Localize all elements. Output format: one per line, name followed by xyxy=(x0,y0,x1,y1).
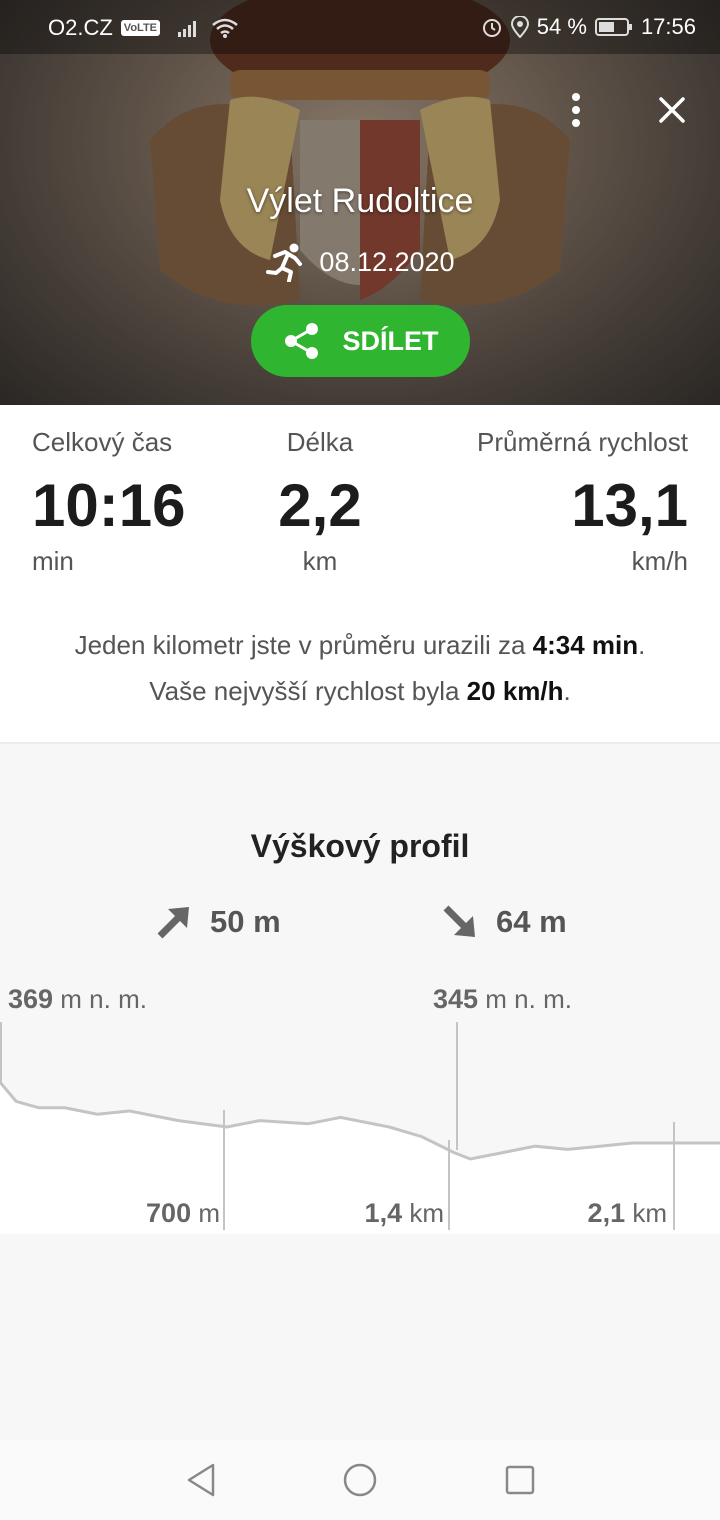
close-icon xyxy=(659,97,685,123)
alarm-icon xyxy=(482,19,501,37)
share-icon xyxy=(285,323,319,359)
wifi-icon xyxy=(212,18,238,38)
min-altitude-label: 345 m n. m. xyxy=(433,984,572,1015)
battery-percent: 54 % xyxy=(536,14,587,39)
avg-speed-value: 13,1 xyxy=(571,472,688,539)
distance-marker-label: 1,4 km xyxy=(365,1198,444,1229)
distance-marker-unit: m xyxy=(198,1198,220,1228)
system-navigation-bar xyxy=(0,1440,720,1520)
distance-marker-value: 700 xyxy=(146,1198,192,1228)
location-icon xyxy=(510,16,529,38)
carrier-name: O2.CZ xyxy=(48,15,113,40)
home-icon[interactable] xyxy=(342,1462,378,1498)
distance-marker-label: 2,1 km xyxy=(588,1198,667,1229)
max-altitude-label: 369 m n. m. xyxy=(8,984,147,1015)
status-bar: O2.CZ VoLTE 54 % 17:56 xyxy=(0,0,720,54)
pace-summary: Jeden kilometr jste v průměru urazili za… xyxy=(0,630,720,661)
back-icon[interactable] xyxy=(184,1462,218,1498)
clock: 17:56 xyxy=(640,14,696,39)
min-altitude-value: 345 xyxy=(433,984,479,1014)
running-icon xyxy=(266,243,303,282)
stats-panel: Celkový čas 10:16 min Délka 2,2 km Průmě… xyxy=(0,405,720,743)
distance-marker-unit: km xyxy=(632,1198,667,1228)
max-altitude-value: 369 xyxy=(8,984,54,1014)
min-altitude-unit: m n. m. xyxy=(485,984,572,1014)
close-button[interactable] xyxy=(650,88,694,132)
max-speed-summary-text: Vaše nejvyšší rychlost byla xyxy=(149,676,467,706)
activity-date-row: 08.12.2020 xyxy=(0,242,720,282)
max-speed-value: 20 km/h xyxy=(466,676,564,706)
activity-title: Výlet Rudoltice xyxy=(246,182,474,220)
max-altitude-unit: m n. m. xyxy=(60,984,147,1014)
more-vert-icon xyxy=(572,93,580,127)
distance-marker-label: 700 m xyxy=(146,1198,220,1229)
ascent-stat: 50 m xyxy=(156,904,281,940)
pace-summary-text: Jeden kilometr jste v průměru urazili za xyxy=(74,630,533,660)
volte-badge: VoLTE xyxy=(120,20,160,36)
total-time-label: Celkový čas xyxy=(32,427,173,457)
recents-icon[interactable] xyxy=(504,1462,536,1498)
ascent-arrow-icon xyxy=(157,907,189,939)
pace-value: 4:34 min xyxy=(532,630,639,660)
share-button[interactable]: SDÍLET xyxy=(251,305,470,377)
elevation-profile-section: Výškový profil 50 m 64 m 369 m n. m. 345… xyxy=(0,744,720,1440)
total-time-unit: min xyxy=(32,546,74,576)
max-speed-summary: Vaše nejvyšší rychlost byla 20 km/h. xyxy=(0,676,720,707)
share-label: SDÍLET xyxy=(342,325,439,356)
pace-summary-end: . xyxy=(638,630,646,660)
max-speed-summary-end: . xyxy=(563,676,571,706)
profile-title: Výškový profil xyxy=(250,828,470,864)
distance-marker-value: 1,4 xyxy=(364,1198,403,1228)
descent-stat: 64 m xyxy=(442,904,567,940)
distance-label: Délka xyxy=(286,427,354,457)
total-time-value: 10:16 xyxy=(32,472,186,539)
distance-unit: km xyxy=(302,546,338,576)
battery-icon xyxy=(594,18,632,36)
descent-arrow-icon xyxy=(443,905,475,937)
distance-marker-unit: km xyxy=(409,1198,444,1228)
distance-marker-value: 2,1 xyxy=(587,1198,626,1228)
descent-value: 64 m xyxy=(496,904,567,939)
activity-date: 08.12.2020 xyxy=(319,246,455,277)
ascent-value: 50 m xyxy=(210,904,281,939)
avg-speed-label: Průměrná rychlost xyxy=(477,427,688,457)
distance-value: 2,2 xyxy=(278,472,362,539)
signal-icon xyxy=(178,21,196,37)
avg-speed-unit: km/h xyxy=(631,546,688,576)
more-options-button[interactable] xyxy=(556,90,596,130)
